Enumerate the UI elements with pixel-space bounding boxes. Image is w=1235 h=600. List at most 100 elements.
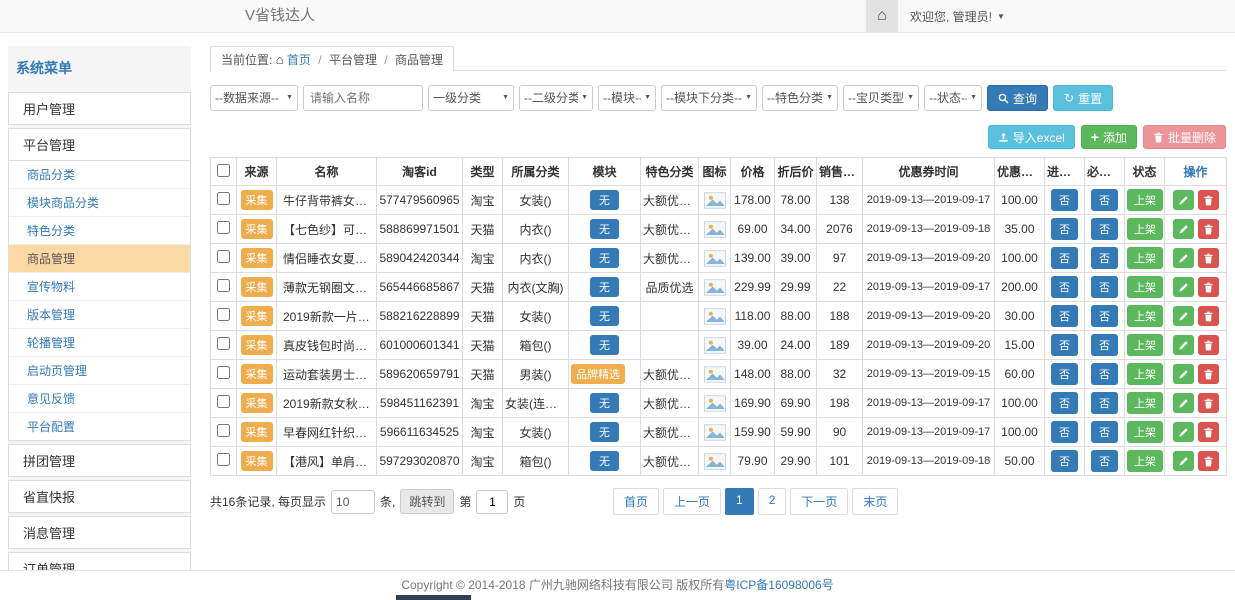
edit-button[interactable]	[1173, 422, 1194, 442]
batch-delete-button[interactable]: 批量删除	[1143, 125, 1226, 149]
delete-button[interactable]	[1198, 364, 1219, 384]
reset-button[interactable]: ↻重置	[1053, 85, 1113, 111]
page-button[interactable]: 1	[725, 488, 754, 515]
page-button[interactable]: 上一页	[663, 488, 721, 515]
delete-button[interactable]	[1198, 422, 1219, 442]
row-checkbox[interactable]	[217, 250, 230, 263]
horizontal-scrollbar-thumb[interactable]	[396, 595, 471, 600]
source-filter[interactable]: --数据来源--	[210, 85, 298, 111]
sidebar-item[interactable]: 平台管理	[8, 128, 191, 161]
page-button[interactable]: 末页	[852, 488, 898, 515]
breadcrumb-item[interactable]: 商品管理	[395, 53, 443, 67]
sidebar-subitem[interactable]: 特色分类	[9, 217, 190, 245]
icp-link[interactable]: 粤ICP备16098006号	[724, 578, 833, 592]
must-buy-toggle[interactable]: 否	[1091, 450, 1118, 472]
import-select-toggle[interactable]: 否	[1051, 276, 1078, 298]
delete-button[interactable]	[1198, 393, 1219, 413]
must-buy-toggle[interactable]: 否	[1091, 189, 1118, 211]
import-select-toggle[interactable]: 否	[1051, 363, 1078, 385]
add-button[interactable]: +添加	[1081, 125, 1137, 149]
status-toggle[interactable]: 上架	[1127, 218, 1163, 240]
must-buy-toggle[interactable]: 否	[1091, 305, 1118, 327]
breadcrumb-home-link[interactable]: ⌂ 首页	[276, 53, 315, 67]
import-excel-button[interactable]: 导入excel	[988, 125, 1075, 149]
sidebar-item[interactable]: 省直快报	[8, 480, 191, 513]
level1-category-filter[interactable]: 一级分类	[428, 85, 514, 111]
status-toggle[interactable]: 上架	[1127, 450, 1163, 472]
sidebar-item[interactable]: 消息管理	[8, 516, 191, 549]
import-select-toggle[interactable]: 否	[1051, 421, 1078, 443]
page-button[interactable]: 首页	[613, 488, 659, 515]
module-filter[interactable]: --模块--	[598, 85, 656, 111]
must-buy-toggle[interactable]: 否	[1091, 392, 1118, 414]
status-toggle[interactable]: 上架	[1127, 392, 1163, 414]
feature-category-filter[interactable]: --特色分类--	[762, 85, 838, 111]
delete-button[interactable]	[1198, 335, 1219, 355]
sidebar-subitem[interactable]: 商品管理	[9, 245, 190, 273]
jump-button[interactable]: 跳转到	[400, 489, 454, 514]
status-filter[interactable]: --状态--	[924, 85, 982, 111]
row-checkbox[interactable]	[217, 395, 230, 408]
edit-button[interactable]	[1173, 306, 1194, 326]
delete-button[interactable]	[1198, 451, 1219, 471]
sidebar-item[interactable]: 用户管理	[8, 92, 191, 125]
row-checkbox[interactable]	[217, 279, 230, 292]
home-button[interactable]: ⌂	[866, 0, 898, 32]
sidebar-subitem[interactable]: 宣传物料	[9, 273, 190, 301]
breadcrumb-item[interactable]: 平台管理	[329, 53, 377, 67]
row-checkbox[interactable]	[217, 192, 230, 205]
must-buy-toggle[interactable]: 否	[1091, 247, 1118, 269]
sidebar-subitem[interactable]: 版本管理	[9, 301, 190, 329]
row-checkbox[interactable]	[217, 453, 230, 466]
status-toggle[interactable]: 上架	[1127, 334, 1163, 356]
import-select-toggle[interactable]: 否	[1051, 334, 1078, 356]
status-toggle[interactable]: 上架	[1127, 363, 1163, 385]
edit-button[interactable]	[1173, 364, 1194, 384]
sidebar-subitem[interactable]: 轮播管理	[9, 329, 190, 357]
must-buy-toggle[interactable]: 否	[1091, 363, 1118, 385]
must-buy-toggle[interactable]: 否	[1091, 218, 1118, 240]
select-all-checkbox[interactable]	[217, 164, 230, 177]
sidebar-subitem[interactable]: 平台配置	[9, 413, 190, 440]
page-size-select[interactable]: 10	[331, 490, 375, 514]
row-checkbox[interactable]	[217, 366, 230, 379]
delete-button[interactable]	[1198, 248, 1219, 268]
row-checkbox[interactable]	[217, 308, 230, 321]
module-subcategory-filter[interactable]: --模块下分类--	[661, 85, 757, 111]
import-select-toggle[interactable]: 否	[1051, 189, 1078, 211]
import-select-toggle[interactable]: 否	[1051, 247, 1078, 269]
page-button[interactable]: 2	[758, 488, 787, 515]
must-buy-toggle[interactable]: 否	[1091, 276, 1118, 298]
edit-button[interactable]	[1173, 277, 1194, 297]
edit-button[interactable]	[1173, 248, 1194, 268]
page-button[interactable]: 下一页	[790, 488, 848, 515]
search-button[interactable]: 查询	[987, 85, 1048, 111]
import-select-toggle[interactable]: 否	[1051, 450, 1078, 472]
row-checkbox[interactable]	[217, 424, 230, 437]
edit-button[interactable]	[1173, 190, 1194, 210]
must-buy-toggle[interactable]: 否	[1091, 334, 1118, 356]
edit-button[interactable]	[1173, 393, 1194, 413]
status-toggle[interactable]: 上架	[1127, 421, 1163, 443]
sidebar-subitem[interactable]: 启动页管理	[9, 357, 190, 385]
delete-button[interactable]	[1198, 219, 1219, 239]
import-select-toggle[interactable]: 否	[1051, 305, 1078, 327]
delete-button[interactable]	[1198, 190, 1219, 210]
item-type-filter[interactable]: --宝贝类型--	[843, 85, 919, 111]
status-toggle[interactable]: 上架	[1127, 189, 1163, 211]
jump-page-input[interactable]	[476, 490, 508, 514]
import-select-toggle[interactable]: 否	[1051, 392, 1078, 414]
row-checkbox[interactable]	[217, 221, 230, 234]
edit-button[interactable]	[1173, 219, 1194, 239]
edit-button[interactable]	[1173, 335, 1194, 355]
edit-button[interactable]	[1173, 451, 1194, 471]
name-search-input[interactable]	[303, 85, 423, 111]
level2-category-filter[interactable]: --二级分类--	[519, 85, 593, 111]
delete-button[interactable]	[1198, 277, 1219, 297]
must-buy-toggle[interactable]: 否	[1091, 421, 1118, 443]
sidebar-subitem[interactable]: 意见反馈	[9, 385, 190, 413]
status-toggle[interactable]: 上架	[1127, 276, 1163, 298]
sidebar-item[interactable]: 订单管理	[8, 552, 191, 570]
sidebar-subitem[interactable]: 模块商品分类	[9, 189, 190, 217]
sidebar-subitem[interactable]: 商品分类	[9, 161, 190, 189]
